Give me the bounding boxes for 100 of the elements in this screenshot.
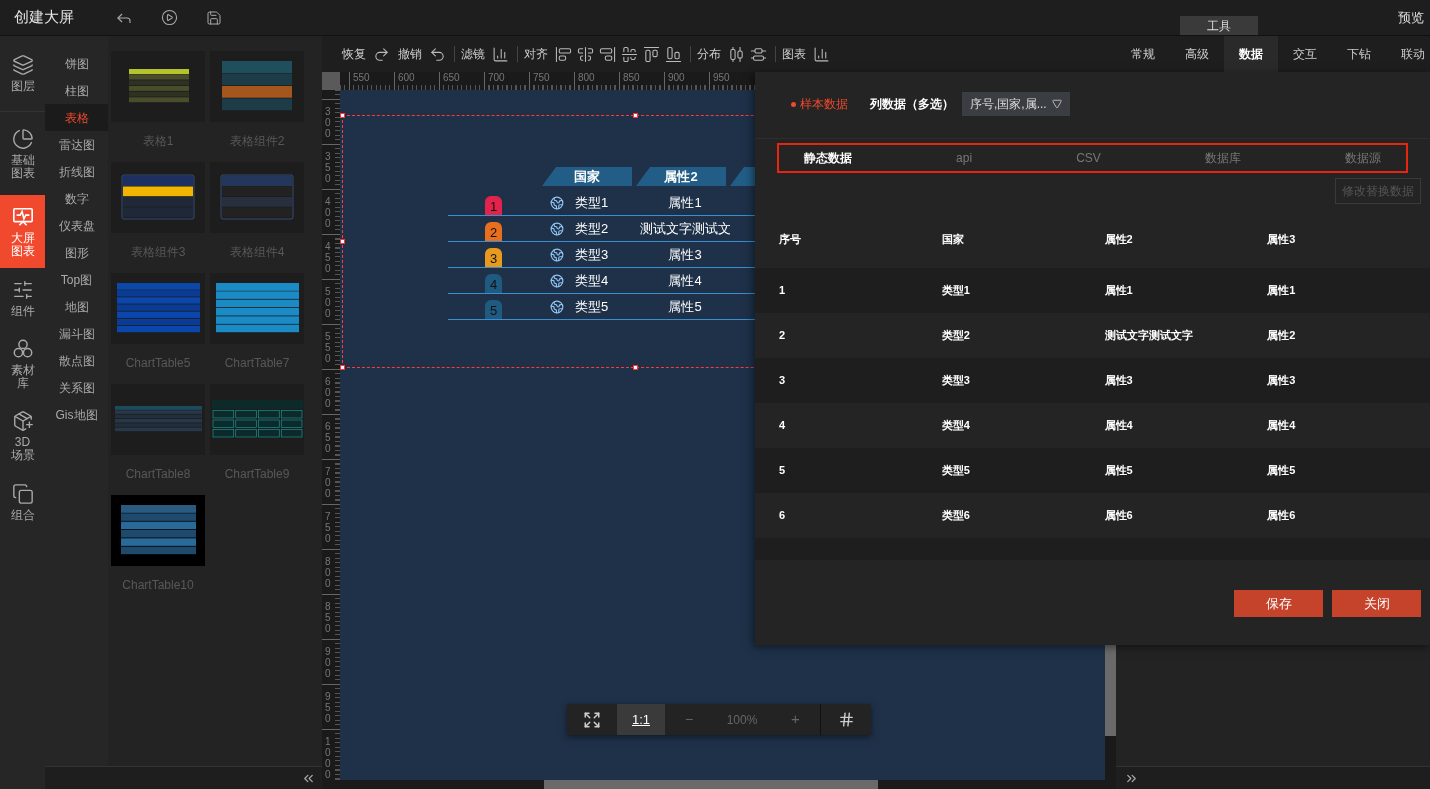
table-cell-text: 类型2 bbox=[941, 328, 971, 344]
category-item[interactable]: 关系图 bbox=[45, 374, 108, 401]
source-tab[interactable]: api bbox=[956, 149, 973, 167]
table-cell-text: 类型5 bbox=[941, 463, 971, 479]
toolbar-label: 恢复 bbox=[342, 46, 366, 63]
ruler-label: 650 bbox=[443, 72, 461, 84]
play-icon[interactable] bbox=[161, 9, 178, 26]
category-item[interactable]: 图形 bbox=[45, 239, 108, 266]
table-cell-text: 类型5 bbox=[575, 297, 610, 316]
category-item[interactable]: 表格 bbox=[45, 104, 108, 131]
app-title: 创建大屏 bbox=[14, 7, 74, 28]
nav-item[interactable]: 组件 bbox=[0, 268, 45, 328]
table-cell-text: 属性1 bbox=[667, 193, 703, 212]
table-cell-text: 5 bbox=[779, 463, 787, 479]
panel-tab[interactable]: 数据 bbox=[1224, 36, 1278, 72]
source-tab[interactable]: 静态数据 bbox=[804, 149, 852, 167]
table-cell-text: 属性4 bbox=[1104, 418, 1134, 434]
globe-icon bbox=[550, 196, 564, 210]
ruler-label: 350 bbox=[325, 151, 332, 184]
horizontal-scrollbar[interactable] bbox=[322, 780, 1116, 789]
preview-button[interactable]: 预览 bbox=[1398, 7, 1424, 28]
zoom-level: 100% bbox=[725, 711, 759, 729]
rank-badge: 1 bbox=[485, 196, 502, 215]
source-tab[interactable]: 数据源 bbox=[1344, 149, 1381, 167]
rank-badge: 5 bbox=[485, 300, 502, 319]
resize-handle[interactable] bbox=[340, 239, 345, 244]
tool-tab[interactable]: 工具 bbox=[1180, 16, 1258, 35]
table-cell-text: 6 bbox=[779, 508, 787, 524]
table-cell-text: 测试文字测试文字 bbox=[1104, 328, 1194, 344]
toolbar-label: 图表 bbox=[782, 46, 806, 63]
actual-size-button[interactable]: 1:1 bbox=[617, 704, 665, 735]
table-cell-text: 属性5 bbox=[1104, 463, 1134, 479]
ruler-label: 500 bbox=[325, 286, 332, 319]
ruler-label: 750 bbox=[325, 511, 332, 544]
table-header: 国家 bbox=[542, 167, 632, 186]
source-tab[interactable]: 数据库 bbox=[1204, 149, 1241, 167]
column-header: 国家 bbox=[941, 231, 965, 247]
panel-tab[interactable]: 下钻 bbox=[1332, 36, 1386, 72]
sliders-icon bbox=[11, 278, 34, 301]
rank-badge: 2 bbox=[485, 222, 502, 241]
resize-handle[interactable] bbox=[340, 365, 345, 370]
category-item[interactable]: 雷达图 bbox=[45, 131, 108, 158]
source-tab[interactable]: CSV bbox=[1076, 149, 1101, 167]
column-header: 属性3 bbox=[1267, 231, 1297, 247]
ruler-label: 900 bbox=[668, 72, 686, 84]
table-cell-text: 类型1 bbox=[941, 283, 971, 299]
sample-data-label: 样本数据 bbox=[800, 96, 848, 113]
toolbar-label: 撤销 bbox=[398, 46, 422, 63]
category-item[interactable]: 数字 bbox=[45, 185, 108, 212]
resize-handle[interactable] bbox=[633, 113, 638, 118]
ruler-label: 850 bbox=[623, 72, 641, 84]
category-item[interactable]: 仪表盘 bbox=[45, 212, 108, 239]
category-item[interactable]: Gis地图 bbox=[45, 401, 108, 428]
nav-item[interactable]: 大屏图表 bbox=[0, 195, 45, 268]
dialog-button[interactable]: 关闭 bbox=[1332, 590, 1421, 617]
panel-tab[interactable]: 交互 bbox=[1278, 36, 1332, 72]
ruler-label: 600 bbox=[325, 376, 332, 409]
ruler-label: 450 bbox=[325, 241, 332, 274]
ruler-label: 650 bbox=[325, 421, 332, 454]
save-icon[interactable] bbox=[206, 9, 222, 26]
columns-select[interactable]: 序号,国家,属... bbox=[962, 92, 1070, 116]
columns-label: 列数据（多选） bbox=[870, 96, 954, 113]
resize-handle[interactable] bbox=[633, 365, 638, 370]
monitor-pulse-icon bbox=[11, 205, 34, 228]
panel-tab[interactable]: 高级 bbox=[1170, 36, 1224, 72]
nav-item[interactable]: 素材库 bbox=[0, 328, 45, 400]
category-item[interactable]: 折线图 bbox=[45, 158, 108, 185]
category-item[interactable]: 漏斗图 bbox=[45, 320, 108, 347]
table-cell-text: 属性1 bbox=[1104, 283, 1134, 299]
nav-item[interactable]: 组合 bbox=[0, 472, 45, 532]
table-cell-text: 属性3 bbox=[1104, 373, 1134, 389]
category-item[interactable]: 饼图 bbox=[45, 50, 108, 77]
category-item[interactable]: Top图 bbox=[45, 266, 108, 293]
category-item[interactable]: 散点图 bbox=[45, 347, 108, 374]
table-cell-text: 3 bbox=[779, 373, 787, 389]
caret-icon bbox=[1052, 99, 1062, 109]
table-cell-text: 类型2 bbox=[575, 219, 610, 238]
nav-item[interactable]: 基础图表 bbox=[0, 112, 45, 195]
table-cell-text: 属性3 bbox=[1267, 373, 1297, 389]
dialog-button[interactable]: 保存 bbox=[1234, 590, 1323, 617]
table-cell-text: 类型4 bbox=[941, 418, 971, 434]
category-item[interactable]: 柱图 bbox=[45, 77, 108, 104]
table-cell-text: 属性1 bbox=[1267, 283, 1297, 299]
ruler-label: 850 bbox=[325, 601, 332, 634]
resize-handle[interactable] bbox=[340, 113, 345, 118]
table-cell-text: 4 bbox=[779, 418, 787, 434]
ruler-label: 1000 bbox=[325, 736, 332, 780]
table-cell-text: 属性3 bbox=[667, 245, 703, 264]
table-cell-text: 属性2 bbox=[1267, 328, 1297, 344]
ruler-label: 550 bbox=[325, 331, 332, 364]
nav-item[interactable]: 3D场景 bbox=[0, 400, 45, 472]
panel-tab[interactable]: 常规 bbox=[1116, 36, 1170, 72]
cube-plus-icon bbox=[11, 410, 34, 432]
circles-icon bbox=[11, 338, 34, 360]
ruler-label: 300 bbox=[325, 106, 332, 139]
ruler-label: 800 bbox=[578, 72, 596, 84]
category-item[interactable]: 地图 bbox=[45, 293, 108, 320]
toolbar-label: 对齐 bbox=[524, 46, 548, 63]
panel-tab[interactable]: 联动 bbox=[1386, 36, 1430, 72]
rank-badge: 3 bbox=[485, 248, 502, 267]
